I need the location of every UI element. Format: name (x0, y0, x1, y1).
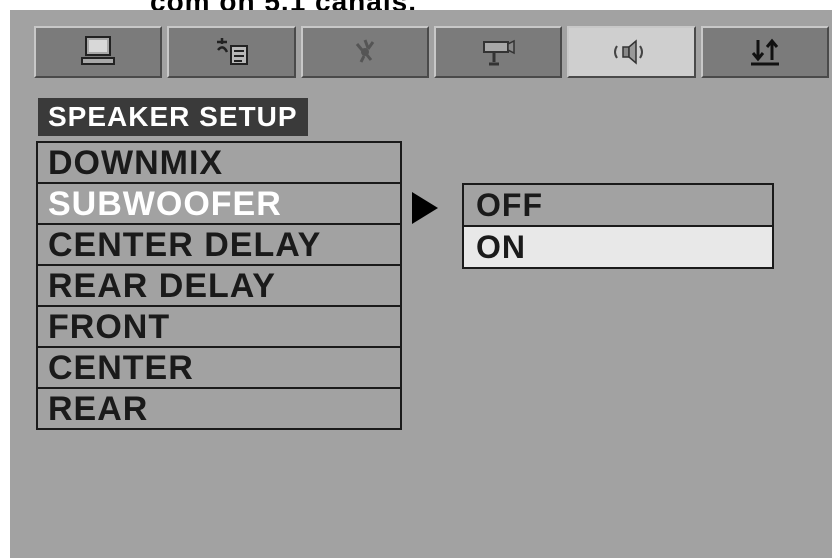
menu-item-rear-delay[interactable]: REAR DELAY (38, 266, 400, 307)
menu-item-center-delay[interactable]: CENTER DELAY (38, 225, 400, 266)
camera-icon (476, 34, 520, 70)
subwoofer-options-submenu: OFF ON (462, 183, 774, 269)
speaker-icon (609, 34, 653, 70)
tab-camera-setup[interactable] (433, 26, 563, 78)
submenu-pointer-arrow-icon (412, 192, 438, 224)
computer-icon (76, 34, 120, 70)
menu-item-downmix[interactable]: DOWNMIX (38, 143, 400, 184)
tab-speaker-setup[interactable] (567, 26, 696, 78)
menu-item-center[interactable]: CENTER (38, 348, 400, 389)
option-off[interactable]: OFF (464, 185, 772, 227)
speaker-setup-menu: DOWNMIX SUBWOOFER CENTER DELAY REAR DELA… (36, 141, 402, 430)
video-icon (343, 34, 387, 70)
language-icon (209, 34, 253, 70)
tab-general-setup[interactable] (34, 26, 163, 78)
section-title: SPEAKER SETUP (38, 98, 308, 136)
tab-video-setup[interactable] (300, 26, 429, 78)
option-on[interactable]: ON (464, 227, 772, 269)
menu-item-rear[interactable]: REAR (38, 389, 400, 430)
menu-item-front[interactable]: FRONT (38, 307, 400, 348)
menu-item-subwoofer[interactable]: SUBWOOFER (38, 184, 400, 225)
tab-sort-setup[interactable] (700, 26, 829, 78)
sort-icon (743, 34, 787, 70)
setup-tab-bar (34, 26, 832, 78)
tab-language-setup[interactable] (167, 26, 296, 78)
